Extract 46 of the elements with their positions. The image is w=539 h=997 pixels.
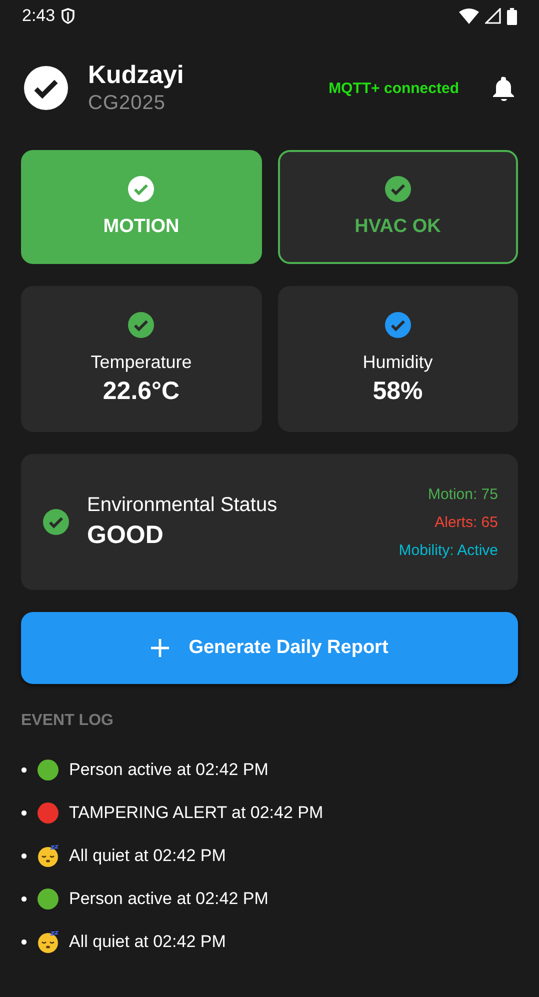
battery-icon <box>507 8 517 24</box>
sensor-value: 58% <box>372 377 423 406</box>
check-icon <box>43 509 69 535</box>
wifi-icon <box>459 8 479 24</box>
stat-text: Motion: 75 <box>428 486 498 502</box>
environment-status: GOOD <box>87 521 164 550</box>
section-heading: EVENT LOG <box>21 712 114 730</box>
stat-text: Mobility: Active <box>398 542 498 558</box>
sensor-value: 22.6°C <box>102 377 180 406</box>
notification-bell-icon[interactable] <box>493 76 515 100</box>
stat-text: Alerts: 65 <box>434 514 498 530</box>
event-text: TAMPERING ALERT at 02:42 PM <box>69 803 324 823</box>
event-text: Person active at 02:42 PM <box>69 889 268 909</box>
sensor-label: Temperature <box>90 352 192 373</box>
event-text: All quiet at 02:42 PM <box>69 846 226 866</box>
status-time: 2:43 <box>22 6 56 26</box>
bullet-icon <box>21 810 27 816</box>
dot-icon <box>37 802 59 824</box>
generate-report-button[interactable]: Generate Daily Report <box>21 612 518 684</box>
dot-icon <box>37 888 59 910</box>
tile-label: MOTION <box>103 216 180 238</box>
user-code: CG2025 <box>88 92 166 115</box>
signal-icon <box>485 8 501 24</box>
status-tile[interactable]: MOTION <box>21 150 262 264</box>
check-icon <box>128 312 154 338</box>
plus-icon <box>150 639 169 657</box>
tile-label: HVAC OK <box>354 216 441 238</box>
bullet-icon <box>21 939 27 945</box>
environment-title: Environmental Status <box>87 494 278 517</box>
bullet-icon <box>21 853 27 859</box>
sleepy-emoji-icon <box>37 845 59 867</box>
event-text: Person active at 02:42 PM <box>69 760 268 780</box>
bullet-icon <box>21 896 27 902</box>
user-name: Kudzayi <box>88 61 184 90</box>
status-tile[interactable]: HVAC OK <box>278 150 518 264</box>
check-icon <box>24 66 68 110</box>
check-icon <box>384 312 411 338</box>
check-icon <box>128 176 154 202</box>
event-text: All quiet at 02:42 PM <box>69 932 226 952</box>
dot-icon <box>37 759 59 781</box>
shield-icon <box>61 8 76 24</box>
bullet-icon <box>21 767 27 773</box>
sleepy-emoji-icon <box>37 931 59 953</box>
connection-status: MQTT+ connected <box>328 80 459 96</box>
sensor-label: Humidity <box>362 352 433 373</box>
check-icon <box>384 176 411 202</box>
